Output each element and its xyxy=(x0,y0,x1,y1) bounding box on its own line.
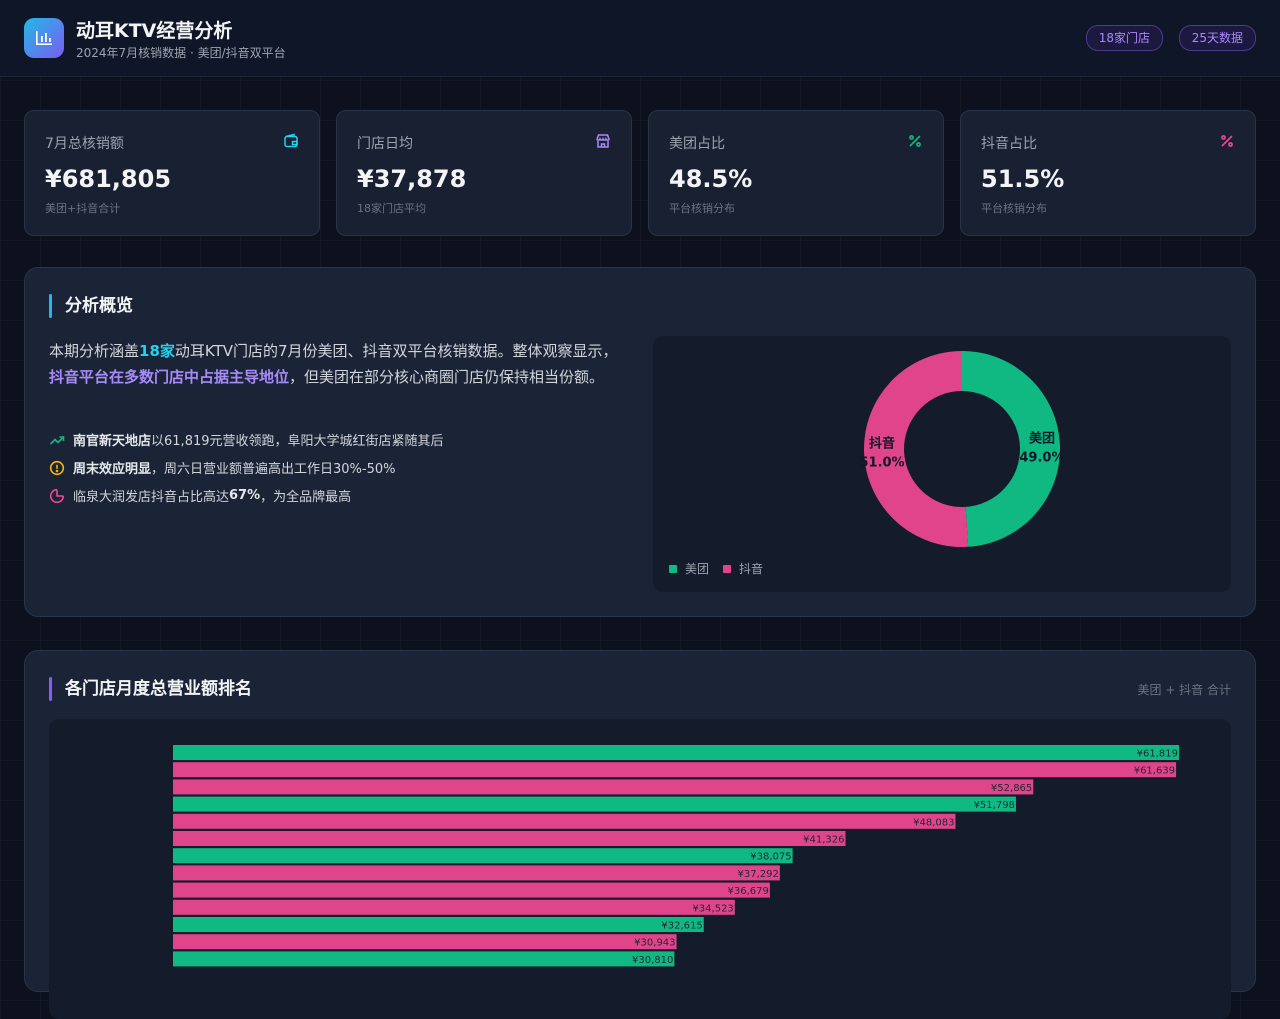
insight-item: 临泉大润发店抖音占比高达 67% ，为全品牌最高 xyxy=(49,486,351,505)
insight-text: ，为全品牌最高 xyxy=(260,490,352,505)
insight-bold: 南官新天地店 xyxy=(73,434,152,449)
legend-item-douyin[interactable]: 抖音 xyxy=(723,560,763,577)
kpi-value: 51.5% xyxy=(981,165,1065,193)
bar-value-label: ¥30,810 xyxy=(632,955,673,966)
kpi-label: 美团占比 xyxy=(669,136,725,152)
store-bar[interactable] xyxy=(173,917,704,932)
platform-donut-chart: 美团 49.0% 抖音 51.0% 美团 抖音 xyxy=(653,336,1231,592)
kpi-note: 平台核销分布 xyxy=(669,202,735,215)
summary-text: ，但美团在部分核心商圈门店仍保持相当份额。 xyxy=(289,368,605,386)
donut-legend: 美团 抖音 xyxy=(669,560,777,577)
store-bar[interactable] xyxy=(173,865,780,881)
store-bar[interactable] xyxy=(173,899,735,915)
bar-value-label: ¥61,639 xyxy=(1134,766,1175,777)
store-bar[interactable] xyxy=(173,796,1016,812)
kpi-card-total: 7月总核销额 ¥681,805 美团+抖音合计 xyxy=(24,110,320,236)
donut-label: 抖音 xyxy=(869,436,895,452)
donut-percent: 51.0% xyxy=(859,456,904,471)
kpi-note: 18家门店平均 xyxy=(357,202,426,215)
bar-value-label: ¥37,292 xyxy=(738,869,779,880)
overview-title: 分析概览 xyxy=(65,296,133,316)
bar-value-label: ¥51,798 xyxy=(974,800,1015,811)
store-icon xyxy=(596,134,610,148)
insight-bold: 周末效应明显 xyxy=(73,462,152,477)
ranking-hint: 美团 + 抖音 合计 xyxy=(1137,683,1232,697)
bar-value-label: ¥48,083 xyxy=(913,817,954,828)
wallet-icon xyxy=(284,133,298,148)
legend-swatch xyxy=(723,564,732,573)
kpi-label: 7月总核销额 xyxy=(45,136,124,152)
insight-item: 周末效应明显 ，周六日营业额普遍高出工作日30%-50% xyxy=(49,458,396,477)
insight-bold: 67% xyxy=(229,488,261,503)
bar-value-label: ¥52,865 xyxy=(991,783,1032,794)
kpi-value: ¥37,878 xyxy=(357,165,467,193)
bar-value-label: ¥38,075 xyxy=(750,852,791,863)
insight-text: 以61,819元营收领跑，阜阳大学城红街店紧随其后 xyxy=(151,434,444,449)
bar-svg: ¥61,819 ¥61,639 ¥52,865 ¥51,798 ¥48,083 ¥41,3… xyxy=(173,745,1179,967)
section-accent-bar xyxy=(49,677,52,701)
bar-value-label: ¥32,615 xyxy=(661,921,702,932)
kpi-label: 抖音占比 xyxy=(981,136,1037,152)
kpi-note: 美团+抖音合计 xyxy=(45,202,121,215)
store-bar[interactable] xyxy=(173,934,677,950)
kpi-card-meituan-share: 美团占比 48.5% 平台核销分布 xyxy=(648,110,944,236)
insight-text: 临泉大润发店抖音占比高达 xyxy=(73,490,230,505)
ranking-panel: 各门店月度总营业额排名 美团 + 抖音 合计 ¥61,819 ¥61,639 ¥52… xyxy=(24,650,1256,1019)
kpi-card-douyin-share: 抖音占比 51.5% 平台核销分布 xyxy=(960,110,1256,236)
summary-highlight-douyin: 抖音平台在多数门店中占据主导地位 xyxy=(49,368,290,386)
bar-value-label: ¥34,523 xyxy=(692,903,733,914)
kpi-label: 门店日均 xyxy=(357,136,413,152)
store-bar[interactable] xyxy=(173,848,793,864)
store-bar[interactable] xyxy=(173,882,770,898)
legend-label: 美团 xyxy=(685,562,710,576)
percent-icon xyxy=(1221,135,1233,147)
bar-chart-logo-icon xyxy=(24,18,64,58)
legend-swatch xyxy=(669,564,677,573)
store-bar[interactable] xyxy=(173,745,1179,760)
alert-circle-icon xyxy=(49,460,65,475)
app-subtitle: 2024年7月核销数据 · 美团/抖音双平台 xyxy=(76,46,286,60)
trending-up-icon xyxy=(49,435,65,445)
overview-summary: 本期分析涵盖18家动耳KTV门店的7月份美团、抖音双平台核销数据。整体观察显示，… xyxy=(49,338,629,390)
bar-value-label: ¥36,679 xyxy=(728,886,769,897)
app-header: 动耳KTV经营分析 2024年7月核销数据 · 美团/抖音双平台 18家门店 2… xyxy=(0,0,1280,77)
section-accent-bar xyxy=(49,294,52,318)
kpi-note: 平台核销分布 xyxy=(981,202,1047,215)
summary-text: 动耳KTV门店的7月份美团、抖音双平台核销数据。整体观察显示， xyxy=(174,342,618,360)
store-bar[interactable] xyxy=(173,831,846,846)
bar-value-label: ¥41,326 xyxy=(803,835,844,846)
donut-svg: 美团 49.0% 抖音 51.0% xyxy=(859,351,1065,547)
bar-value-label: ¥30,943 xyxy=(634,938,675,949)
legend-item-meituan[interactable]: 美团 xyxy=(669,560,709,577)
app-title: 动耳KTV经营分析 xyxy=(76,20,233,42)
kpi-card-daily-avg: 门店日均 ¥37,878 18家门店平均 xyxy=(336,110,632,236)
donut-label: 美团 xyxy=(1029,430,1055,446)
summary-text: 本期分析涵盖 xyxy=(49,342,140,360)
ranking-bar-chart: ¥61,819 ¥61,639 ¥52,865 ¥51,798 ¥48,083 ¥41,3… xyxy=(49,719,1231,1019)
store-bar[interactable] xyxy=(173,762,1177,778)
kpi-value: 48.5% xyxy=(669,165,753,193)
store-bar[interactable] xyxy=(173,779,1034,795)
donut-percent: 49.0% xyxy=(1019,450,1064,465)
donut-slice-meituan[interactable] xyxy=(962,351,1060,547)
insight-text: ，周六日营业额普遍高出工作日30%-50% xyxy=(151,462,396,477)
legend-label: 抖音 xyxy=(739,562,764,576)
percent-icon xyxy=(909,135,921,147)
day-count-badge: 25天数据 xyxy=(1178,25,1256,51)
pie-icon xyxy=(49,488,65,503)
store-bar[interactable] xyxy=(173,813,956,829)
ranking-title: 各门店月度总营业额排名 xyxy=(65,679,252,699)
kpi-value: ¥681,805 xyxy=(45,165,172,193)
summary-highlight-count: 18家 xyxy=(139,342,175,360)
store-count-badge: 18家门店 xyxy=(1085,25,1163,51)
insight-item: 南官新天地店 以61,819元营收领跑，阜阳大学城红街店紧随其后 xyxy=(49,430,444,449)
store-bar[interactable] xyxy=(173,951,675,967)
overview-panel: 分析概览 本期分析涵盖18家动耳KTV门店的7月份美团、抖音双平台核销数据。整体… xyxy=(24,267,1256,617)
bar-value-label: ¥61,819 xyxy=(1137,749,1178,760)
